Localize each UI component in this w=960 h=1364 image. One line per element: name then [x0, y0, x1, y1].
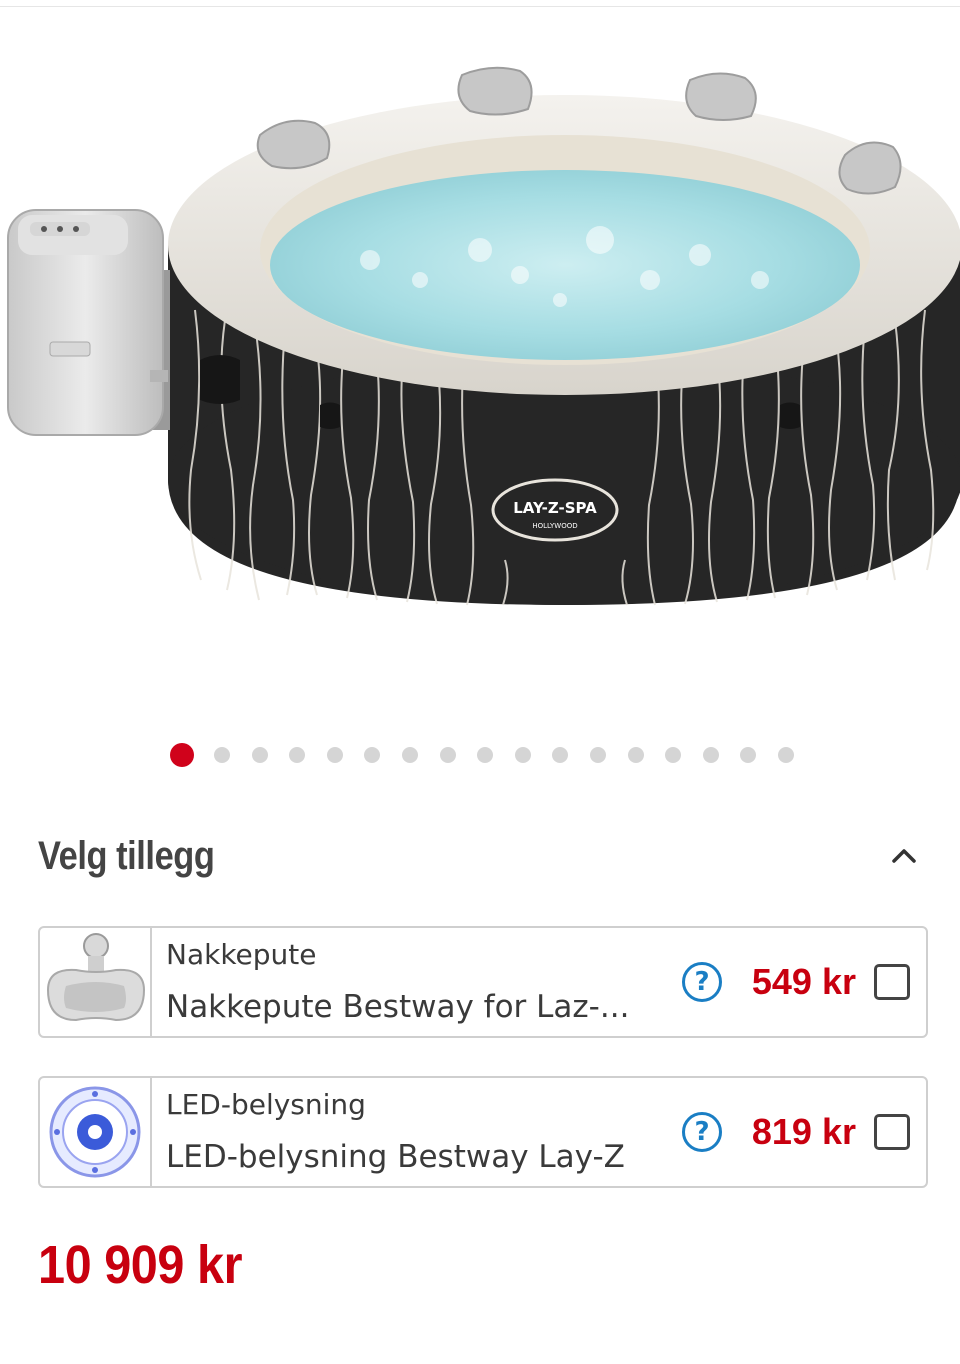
- gallery-dot[interactable]: [214, 747, 230, 763]
- pump-unit: [7, 209, 170, 436]
- gallery-dot[interactable]: [590, 747, 606, 763]
- chevron-up-icon[interactable]: [886, 838, 922, 874]
- brand-logo: LAY-Z-SPA HOLLYWOOD: [491, 478, 619, 542]
- hot-tub-illustration: LAY-Z-SPA HOLLYWOOD: [7, 66, 960, 606]
- gallery-dot[interactable]: [778, 747, 794, 763]
- addons-title: Velg tillegg: [38, 834, 215, 878]
- addon-price: 819 kr: [751, 1111, 856, 1152]
- addon-thumbnail: [40, 1078, 152, 1186]
- addon-card-nakkepute[interactable]: Nakkepute Nakkepute Bestway for Laz-... …: [38, 926, 928, 1038]
- gallery-dot[interactable]: [251, 747, 268, 763]
- gallery-dot-active[interactable]: [170, 743, 194, 767]
- product-image[interactable]: LAY-Z-SPA HOLLYWOOD: [0, 40, 960, 640]
- addon-checkbox[interactable]: [874, 964, 910, 1000]
- gallery-dot[interactable]: [514, 747, 531, 763]
- addon-category: LED-belysning: [166, 1088, 366, 1121]
- gallery-dot[interactable]: [439, 747, 456, 763]
- addon-card-led-belysning[interactable]: LED-belysning LED-belysning Bestway Lay-…: [38, 1076, 928, 1188]
- gallery-dot[interactable]: [552, 747, 569, 763]
- gallery-dot[interactable]: [364, 747, 381, 763]
- addon-name: Nakkepute Bestway for Laz-...: [166, 989, 630, 1025]
- total-price: 10 909 kr: [38, 1235, 243, 1295]
- addon-category: Nakkepute: [166, 938, 317, 971]
- gallery-dot[interactable]: [740, 747, 757, 763]
- gallery-dot[interactable]: [326, 747, 343, 763]
- headrest-image: [46, 933, 146, 1022]
- logo-model: HOLLYWOOD: [532, 522, 577, 530]
- gallery-dot[interactable]: [402, 747, 418, 763]
- addons-header[interactable]: Velg tillegg: [38, 826, 922, 886]
- gallery-dot[interactable]: [627, 747, 644, 763]
- led-light-image: [49, 1086, 141, 1178]
- addon-name: LED-belysning Bestway Lay-Z: [166, 1139, 625, 1175]
- gallery-pagination: [0, 740, 960, 770]
- top-divider: [0, 6, 960, 7]
- addon-price: 549 kr: [751, 961, 856, 1002]
- logo-brand: LAY-Z-SPA: [513, 499, 597, 517]
- gallery-dot[interactable]: [477, 747, 494, 763]
- addon-checkbox[interactable]: [874, 1114, 910, 1150]
- addon-thumbnail: [40, 928, 152, 1036]
- gallery-dot[interactable]: [702, 747, 719, 763]
- help-icon[interactable]: ?: [682, 962, 722, 1002]
- gallery-dot[interactable]: [289, 747, 306, 763]
- help-icon[interactable]: ?: [682, 1112, 722, 1152]
- gallery-dot[interactable]: [665, 747, 682, 763]
